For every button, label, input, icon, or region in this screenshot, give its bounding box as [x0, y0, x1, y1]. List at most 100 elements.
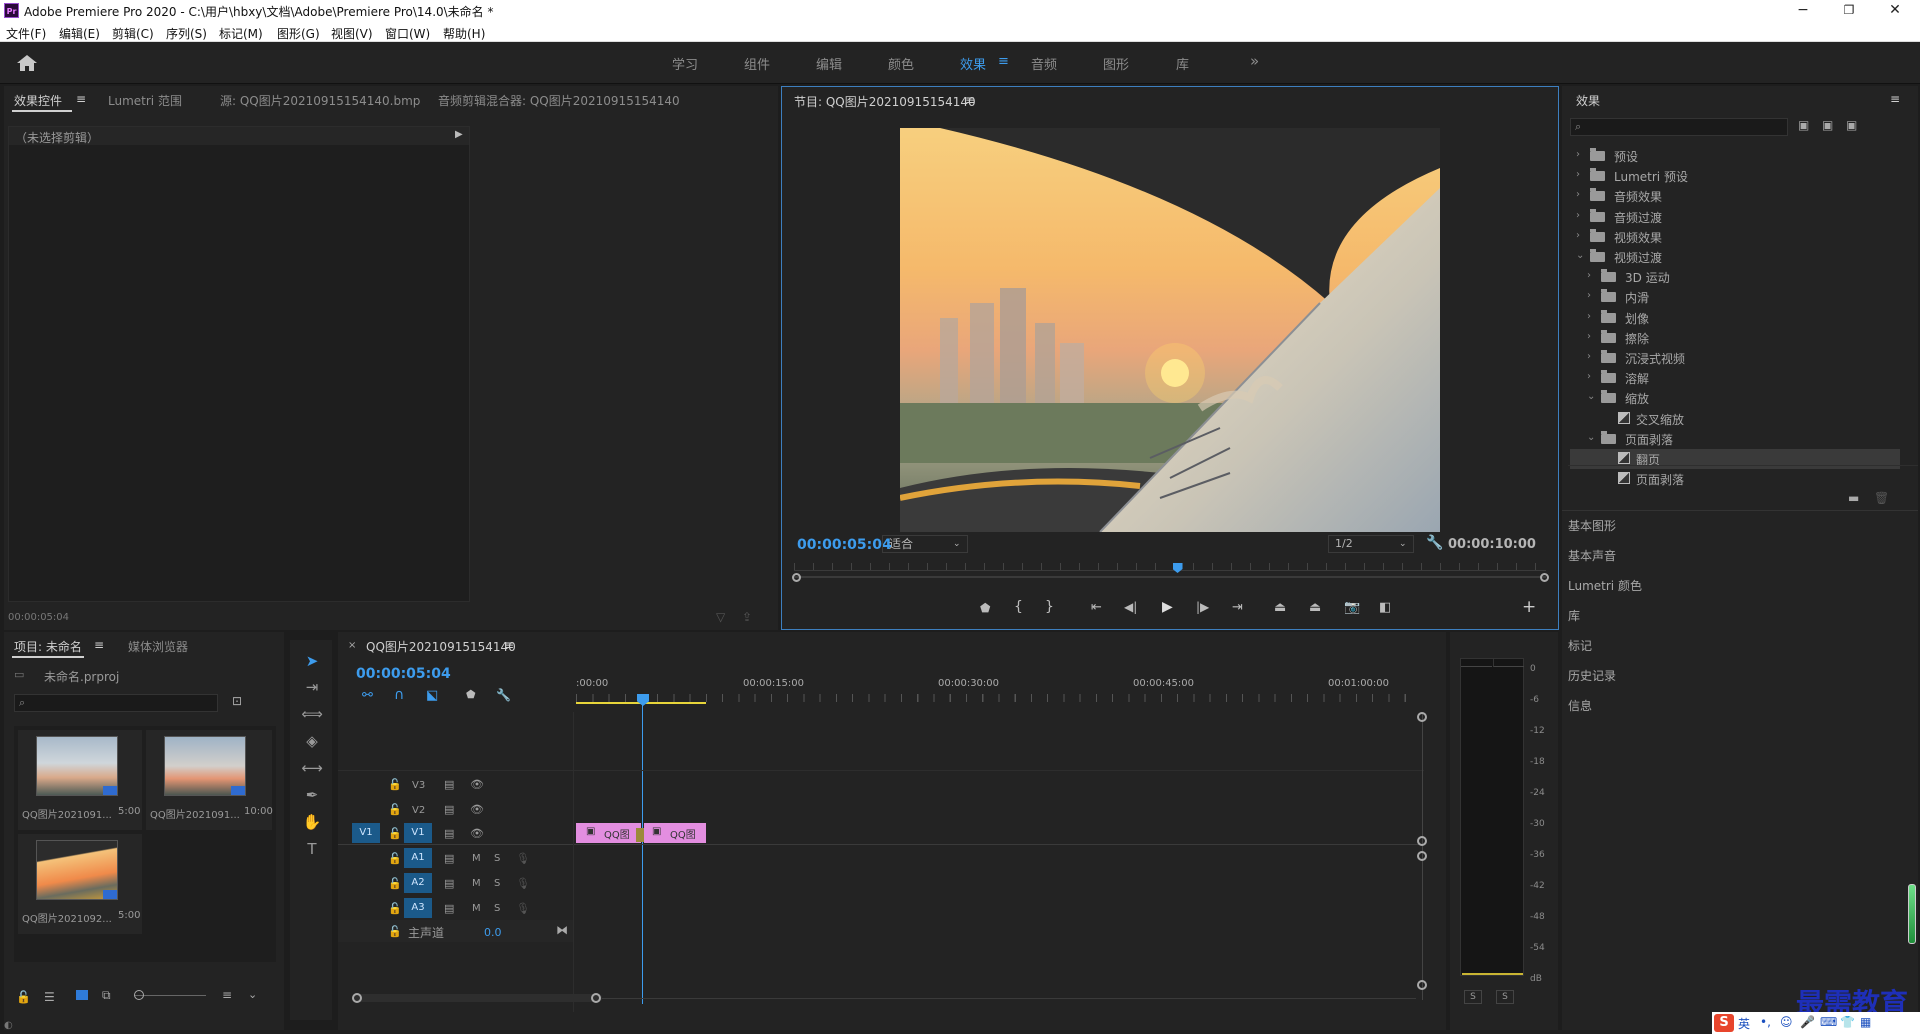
lock-icon[interactable]: 🔓: [388, 852, 402, 865]
slip-tool-icon[interactable]: ⟷: [300, 759, 324, 781]
lock-icon[interactable]: 🔓: [388, 778, 402, 791]
scroll-handle[interactable]: [352, 993, 362, 1003]
solo-button[interactable]: S: [494, 853, 500, 864]
emoji-icon[interactable]: ☺: [1780, 1015, 1793, 1029]
scroll-handle[interactable]: [1417, 980, 1427, 990]
sync-lock-icon[interactable]: ▤: [444, 877, 454, 890]
new-search-bin-icon[interactable]: ⊡: [232, 694, 242, 708]
sync-lock-icon[interactable]: ▤: [444, 852, 454, 865]
zoom-slider-handle[interactable]: [134, 990, 144, 1000]
program-playhead[interactable]: [1172, 563, 1183, 573]
timeline-timecode[interactable]: 00:00:05:04: [356, 666, 451, 682]
filter-icon[interactable]: ▽: [716, 610, 725, 624]
go-to-in-icon[interactable]: ⇤: [1091, 600, 1102, 615]
add-button-icon[interactable]: +: [1522, 597, 1536, 617]
menu-window[interactable]: 窗口(W): [385, 25, 430, 42]
effect-folder[interactable]: › 预设: [1570, 146, 1900, 166]
menu-sequence[interactable]: 序列(S): [166, 25, 207, 42]
ime-mode[interactable]: 英: [1738, 1015, 1750, 1032]
pen-tool-icon[interactable]: ✒: [300, 786, 324, 808]
tools-icon[interactable]: ▦: [1860, 1015, 1871, 1029]
program-monitor-menu-icon[interactable]: ≡: [965, 93, 975, 107]
workspace-menu-icon[interactable]: ≡: [998, 54, 1009, 69]
chevron-right-icon[interactable]: ›: [1587, 270, 1597, 281]
close-sequence-icon[interactable]: ×: [348, 640, 356, 651]
lock-icon[interactable]: 🔓: [388, 925, 402, 938]
snap-icon[interactable]: ⚯: [362, 688, 373, 703]
chevron-right-icon[interactable]: ›: [1587, 351, 1597, 362]
track-label-v3[interactable]: V3: [412, 780, 425, 791]
minimize-button[interactable]: −: [1780, 0, 1826, 22]
effect-item[interactable]: 交叉缩放: [1570, 409, 1900, 429]
workspace-learn[interactable]: 学习: [672, 54, 698, 73]
play-icon[interactable]: ▶: [1162, 599, 1173, 615]
eye-icon[interactable]: 👁: [470, 827, 484, 840]
type-tool-icon[interactable]: T: [300, 840, 324, 862]
chevron-right-icon[interactable]: ›: [1587, 290, 1597, 301]
close-button[interactable]: ✕: [1872, 0, 1918, 22]
chevron-right-icon[interactable]: ›: [1576, 189, 1586, 200]
comparison-view-icon[interactable]: ◧: [1379, 600, 1391, 615]
section-info[interactable]: 信息: [1568, 697, 1592, 714]
chevron-down-icon[interactable]: ⌄: [1587, 391, 1597, 402]
zoom-slider[interactable]: [134, 995, 206, 996]
export-icon[interactable]: ⇪: [742, 610, 752, 624]
lock-icon[interactable]: 🔓: [16, 990, 31, 1004]
effect-folder[interactable]: › 擦除: [1570, 328, 1900, 348]
section-libraries[interactable]: 库: [1568, 607, 1580, 624]
resolution-dropdown[interactable]: 1/2 ⌄: [1328, 535, 1414, 553]
mark-out-icon[interactable]: }: [1045, 599, 1054, 615]
sync-lock-icon[interactable]: ▤: [444, 778, 454, 791]
ripple-edit-tool-icon[interactable]: ⟺: [300, 705, 324, 727]
tab-effect-controls[interactable]: 效果控件: [14, 92, 62, 109]
workspace-libraries[interactable]: 库: [1176, 54, 1189, 73]
mute-button[interactable]: M: [472, 853, 481, 864]
mute-button[interactable]: M: [472, 878, 481, 889]
home-icon[interactable]: [16, 54, 38, 72]
keyboard-icon[interactable]: ⌨: [1820, 1015, 1837, 1029]
effect-folder[interactable]: ⌄ 页面剥落: [1570, 429, 1900, 449]
export-frame-icon[interactable]: 📷: [1344, 600, 1360, 615]
trash-icon[interactable]: 🗑: [1874, 491, 1889, 505]
chevron-down-icon[interactable]: ⌄: [1587, 432, 1597, 443]
track-target-a2[interactable]: A2: [404, 873, 432, 893]
zoom-scrollbar[interactable]: [794, 576, 1546, 578]
go-to-out-icon[interactable]: ⇥: [1232, 600, 1243, 615]
go-to-end-icon[interactable]: ⧓: [556, 923, 568, 937]
skin-icon[interactable]: 👕: [1840, 1015, 1855, 1029]
effects-search-input[interactable]: ⌕: [1570, 118, 1788, 136]
timeline-ruler[interactable]: [576, 694, 1418, 702]
scroll-handle[interactable]: [591, 993, 601, 1003]
chevron-right-icon[interactable]: ›: [1587, 331, 1597, 342]
source-patch-v1[interactable]: V1: [352, 823, 380, 843]
tab-project-menu-icon[interactable]: ≡: [94, 638, 104, 652]
icon-view-icon[interactable]: [76, 990, 88, 1000]
clip[interactable]: ▣ QQ图: [644, 823, 706, 843]
effect-folder[interactable]: › 溶解: [1570, 368, 1900, 388]
effect-item[interactable]: 页面剥落: [1570, 469, 1900, 489]
effect-folder[interactable]: › Lumetri 预设: [1570, 166, 1900, 186]
lift-icon[interactable]: ⏏: [1274, 600, 1286, 615]
hand-tool-icon[interactable]: ✋: [300, 813, 324, 835]
menu-file[interactable]: 文件(F): [6, 25, 46, 42]
program-video-frame[interactable]: [900, 128, 1440, 532]
zoom-handle-right[interactable]: [1540, 573, 1549, 582]
effect-folder[interactable]: ⌄ 缩放: [1570, 388, 1900, 408]
menu-graphics[interactable]: 图形(G): [277, 25, 320, 42]
solo-button[interactable]: S: [494, 903, 500, 914]
menu-help[interactable]: 帮助(H): [443, 25, 485, 42]
sequence-menu-icon[interactable]: ≡: [504, 638, 514, 652]
list-item[interactable]: QQ图片2021092... 5:00: [18, 834, 142, 934]
sort-icon[interactable]: ≡: [222, 988, 232, 1002]
track-target-v1[interactable]: V1: [404, 823, 432, 843]
voice-icon[interactable]: 🎤: [1800, 1015, 1815, 1029]
fit-dropdown[interactable]: 适合 ⌄: [882, 535, 968, 553]
section-lumetri-color[interactable]: Lumetri 颜色: [1568, 577, 1642, 594]
workspace-audio[interactable]: 音频: [1031, 54, 1057, 73]
tab-lumetri-scopes[interactable]: Lumetri 范围: [108, 92, 182, 109]
chevron-down-icon[interactable]: ⌄: [248, 988, 257, 1001]
track-select-tool-icon[interactable]: ⇥: [300, 678, 324, 700]
program-monitor-title[interactable]: 节目: QQ图片20210915154140: [794, 93, 976, 110]
list-view-icon[interactable]: ☰: [44, 990, 55, 1004]
tab-project[interactable]: 项目: 未命名: [14, 638, 82, 655]
